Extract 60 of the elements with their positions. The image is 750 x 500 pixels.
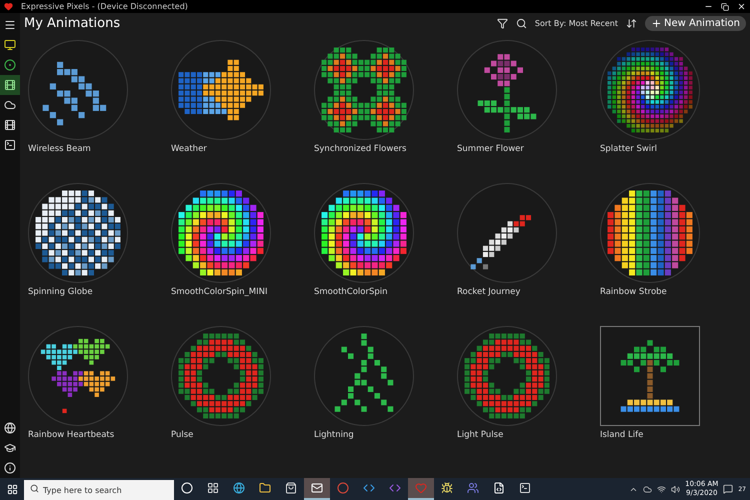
cloud-icon bbox=[4, 99, 16, 111]
taskbar-search-field[interactable]: Type here to search bbox=[24, 480, 174, 500]
animation-name: Lightning bbox=[314, 430, 354, 440]
cloud-icon[interactable] bbox=[643, 484, 652, 494]
animation-name: Summer Flower bbox=[457, 144, 524, 154]
circle-icon bbox=[181, 482, 193, 494]
window-title: Expressive Pixels - (Device Disconnected) bbox=[21, 2, 189, 11]
globe-icon bbox=[4, 422, 16, 434]
animation-name: Splatter Swirl bbox=[600, 144, 658, 154]
heart-icon bbox=[415, 482, 427, 494]
globe-icon bbox=[233, 482, 245, 494]
graduation-cap-icon bbox=[4, 442, 16, 454]
taskbar-app[interactable] bbox=[304, 478, 330, 500]
animation-thumbnail[interactable] bbox=[600, 326, 700, 426]
info-icon bbox=[4, 462, 16, 474]
terminal-icon bbox=[4, 139, 16, 151]
monitor-icon bbox=[4, 39, 16, 51]
menu-icon bbox=[4, 19, 16, 31]
wifi-icon[interactable] bbox=[657, 484, 666, 494]
folder-icon bbox=[259, 482, 271, 494]
animation-name: Rainbow Heartbeats bbox=[28, 430, 114, 440]
page-title: My Animations bbox=[24, 16, 122, 30]
bug-icon bbox=[441, 482, 453, 494]
circle-icon bbox=[4, 59, 16, 71]
people-icon bbox=[467, 482, 479, 494]
code-file-icon bbox=[493, 482, 505, 494]
speaker-icon[interactable] bbox=[671, 484, 680, 494]
animation-name: Pulse bbox=[171, 430, 194, 440]
sidebar-item[interactable] bbox=[0, 75, 20, 95]
code-icon bbox=[363, 482, 375, 494]
restore-icon[interactable] bbox=[721, 2, 729, 10]
terminal-icon bbox=[519, 482, 531, 494]
animation-name: Rainbow Strobe bbox=[600, 287, 667, 297]
search-icon[interactable] bbox=[516, 18, 527, 28]
animation-name: SmoothColorSpin bbox=[314, 287, 388, 297]
animation-name: Wireless Beam bbox=[28, 144, 91, 154]
animation-name: Rocket Journey bbox=[457, 287, 520, 297]
animation-name: Island Life bbox=[600, 430, 644, 440]
close-icon[interactable] bbox=[737, 2, 746, 11]
animation-name: Spinning Globe bbox=[28, 287, 93, 297]
mail-icon bbox=[311, 482, 323, 494]
animation-name: Synchronized Flowers bbox=[314, 144, 406, 154]
notifications-icon[interactable] bbox=[723, 484, 734, 494]
windows-logo-icon bbox=[6, 484, 18, 494]
heart-icon bbox=[4, 2, 13, 11]
new-animation-button[interactable]: New Animation bbox=[645, 16, 746, 30]
animation-name: Weather bbox=[171, 144, 207, 154]
animation-name: SmoothColorSpin_MINI bbox=[171, 287, 268, 297]
film-icon bbox=[4, 79, 16, 91]
circle-icon bbox=[337, 482, 349, 494]
plus-icon bbox=[651, 18, 662, 28]
sort-order-icon[interactable] bbox=[626, 18, 638, 28]
animation-name: Light Pulse bbox=[457, 430, 504, 440]
shopping-bag-icon bbox=[285, 482, 297, 494]
film-icon bbox=[4, 119, 16, 131]
code-icon bbox=[389, 482, 401, 494]
filter-icon[interactable] bbox=[496, 18, 508, 28]
sort-dropdown[interactable]: Sort By: Most Recent bbox=[534, 18, 618, 28]
search-icon bbox=[30, 484, 39, 493]
windows-grid-icon bbox=[207, 482, 219, 494]
